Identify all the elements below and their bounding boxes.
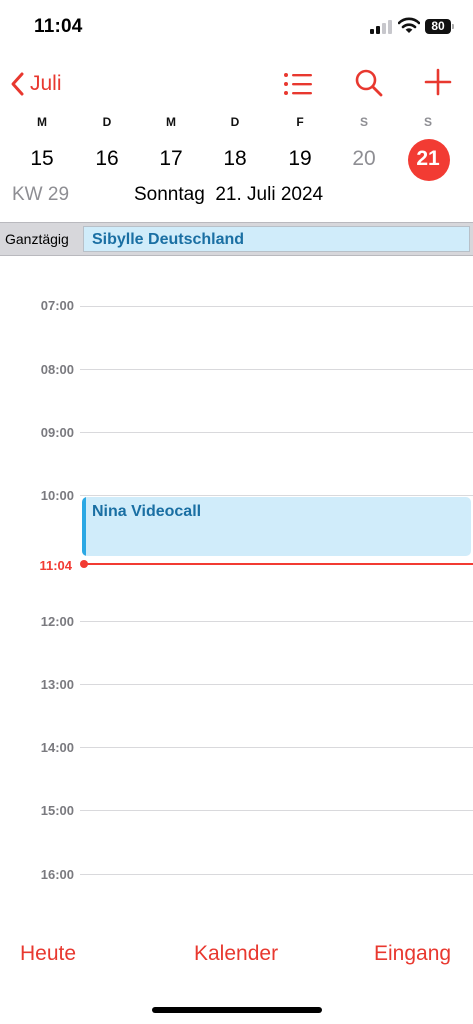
- search-button[interactable]: [354, 68, 384, 98]
- home-indicator[interactable]: [152, 1007, 322, 1013]
- battery-icon: 80: [425, 19, 451, 34]
- all-day-event[interactable]: Sibylle Deutschland: [83, 226, 470, 252]
- current-time-line: [86, 563, 473, 565]
- hour-line: [80, 810, 473, 811]
- hour-line: [80, 369, 473, 370]
- list-view-button[interactable]: [282, 70, 314, 98]
- day-18[interactable]: 18: [213, 140, 257, 180]
- hour-label: 07:00: [40, 298, 74, 313]
- all-day-event-title: Sibylle Deutschland: [92, 231, 245, 248]
- day-16[interactable]: 16: [85, 140, 129, 180]
- weekday-mon: M: [37, 115, 47, 129]
- back-label: Juli: [30, 72, 62, 95]
- hour-line: [80, 874, 473, 875]
- hour-label: 12:00: [40, 614, 74, 629]
- day-19[interactable]: 19: [278, 140, 322, 180]
- search-icon: [355, 69, 383, 97]
- plus-icon: [424, 68, 452, 96]
- hour-line: [80, 495, 473, 496]
- weekday-thu: D: [230, 115, 240, 129]
- hour-line: [80, 747, 473, 748]
- hour-label: 09:00: [40, 425, 74, 440]
- event-title: Nina Videocall: [92, 503, 202, 520]
- hour-line: [80, 621, 473, 622]
- event-color-bar: [82, 497, 86, 556]
- hour-label: 08:00: [40, 362, 74, 377]
- selected-weekday: Sonntag: [134, 184, 205, 205]
- day-17[interactable]: 17: [149, 140, 193, 180]
- hour-label: 14:00: [40, 740, 74, 755]
- weekday-sat: S: [359, 115, 368, 129]
- calendars-button[interactable]: Kalender: [194, 942, 278, 966]
- selected-date: 21. Juli 2024: [215, 184, 324, 205]
- status-time: 11:04: [34, 16, 83, 37]
- hour-label: 15:00: [40, 803, 74, 818]
- hour-label: 10:00: [40, 488, 74, 503]
- hour-line: [80, 432, 473, 433]
- day-20[interactable]: 20: [342, 140, 386, 180]
- chevron-left-icon: [11, 72, 24, 96]
- day-21-selected[interactable]: 21: [406, 139, 450, 181]
- hour-line: [80, 306, 473, 307]
- selected-date-title: Sonntag 21. Juli 2024: [134, 184, 323, 206]
- list-icon: [284, 73, 312, 95]
- calendar-week-label: KW 29: [12, 184, 70, 205]
- back-to-month-button[interactable]: Juli: [10, 68, 62, 100]
- weekday-sun: S: [423, 115, 432, 129]
- hour-line: [80, 684, 473, 685]
- today-button[interactable]: Heute: [20, 942, 76, 966]
- weekday-tue: D: [102, 115, 112, 129]
- current-time-label: 11:04: [39, 558, 72, 573]
- hour-label: 16:00: [40, 867, 74, 882]
- cellular-signal-icon: [370, 20, 392, 34]
- event-block[interactable]: Nina Videocall: [82, 497, 471, 556]
- wifi-icon: [397, 17, 421, 34]
- weekday-fri: F: [296, 115, 304, 129]
- add-event-button[interactable]: [424, 68, 452, 96]
- battery-cap: [452, 24, 454, 29]
- hour-label: 13:00: [40, 677, 74, 692]
- weekday-wed: M: [166, 115, 176, 129]
- day-15[interactable]: 15: [20, 140, 64, 180]
- all-day-label: Ganztägig: [5, 231, 69, 247]
- battery-level: 80: [431, 19, 445, 33]
- inbox-button[interactable]: Eingang: [374, 942, 451, 966]
